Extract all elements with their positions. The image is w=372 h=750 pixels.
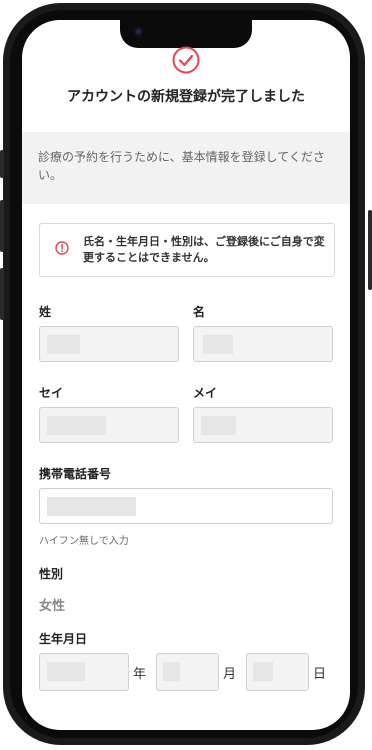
notice-box: 氏名・生年月日・性別は、ご登録後にご自身で変更することはできません。: [39, 223, 335, 277]
masked-value: [47, 416, 106, 435]
side-button-right: [368, 210, 372, 290]
first-name-kana-label: メイ: [193, 386, 218, 400]
phone-screen: アカウントの新規登録が完了しました 診療の予約を行うために、基本情報を登録してく…: [22, 20, 350, 730]
phone-label: 携帯電話番号: [39, 467, 112, 481]
masked-value: [253, 662, 273, 681]
last-name-kana-input[interactable]: [39, 407, 179, 443]
last-name-input[interactable]: [39, 326, 179, 362]
masked-value: [47, 497, 136, 516]
last-name-kana-label: セイ: [39, 386, 64, 400]
month-unit: 月: [223, 667, 237, 682]
phone-hint: ハイフン無しで入力: [39, 536, 129, 547]
birthdate-label: 生年月日: [39, 632, 88, 646]
check-circle-icon: [172, 46, 200, 74]
info-band: 診療の予約を行うために、基本情報を登録してください。: [22, 132, 350, 204]
first-name-label: 名: [193, 305, 206, 319]
day-unit: 日: [313, 667, 327, 682]
exclamation-circle-icon: [55, 241, 69, 255]
masked-value: [163, 662, 180, 681]
phone-input[interactable]: [39, 488, 333, 524]
side-button-left-2: [0, 200, 4, 252]
masked-value: [201, 416, 236, 435]
notch: [120, 20, 252, 48]
gender-label: 性別: [39, 567, 64, 581]
side-button-left-1: [0, 150, 4, 178]
first-name-kana-input[interactable]: [193, 407, 333, 443]
masked-value: [47, 662, 85, 681]
birth-day-input[interactable]: [246, 653, 309, 691]
year-unit: 年: [133, 667, 147, 682]
info-text: 診療の予約を行うために、基本情報を登録してください。: [38, 150, 325, 182]
birth-month-input[interactable]: [156, 653, 219, 691]
last-name-label: 姓: [39, 305, 52, 319]
completion-title: アカウントの新規登録が完了しました: [67, 89, 305, 105]
birth-year-input[interactable]: [39, 653, 129, 691]
first-name-input[interactable]: [193, 326, 333, 362]
gender-value: 女性: [39, 599, 66, 614]
notice-text: 氏名・生年月日・性別は、ご登録後にご自身で変更することはできません。: [83, 235, 325, 264]
side-button-left-3: [0, 268, 4, 320]
masked-value: [203, 335, 233, 354]
front-camera: [134, 27, 143, 36]
masked-value: [47, 335, 80, 354]
